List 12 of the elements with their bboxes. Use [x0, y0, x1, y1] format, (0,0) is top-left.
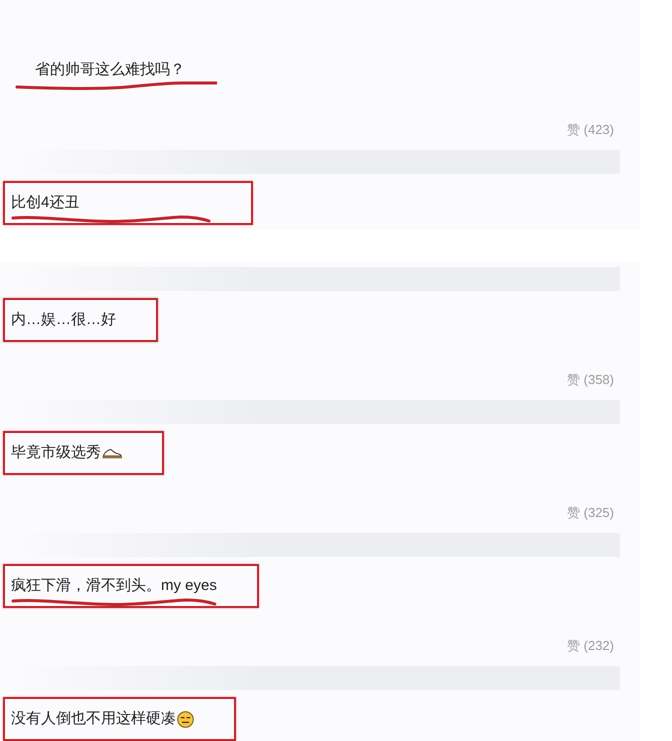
- comment-text: 比创4还丑: [11, 193, 80, 213]
- neutral-face-icon: [177, 710, 194, 728]
- comment-text: 疯狂下滑，滑不到头。my eyes: [11, 576, 217, 596]
- comment-text: 省的帅哥这么难找吗？: [34, 60, 185, 80]
- comment-text: 没有人倒也不用这样硬凑: [11, 709, 176, 729]
- like-link[interactable]: 赞 (423): [567, 122, 614, 137]
- comment-text: 内…娱…很…好: [11, 310, 116, 330]
- like-link[interactable]: 赞 (232): [567, 638, 614, 653]
- like-link[interactable]: 赞 (358): [567, 372, 614, 387]
- like-link[interactable]: 赞 (325): [567, 505, 614, 520]
- shoe-icon: [102, 448, 122, 458]
- comment-text: 毕竟市级选秀: [11, 443, 101, 463]
